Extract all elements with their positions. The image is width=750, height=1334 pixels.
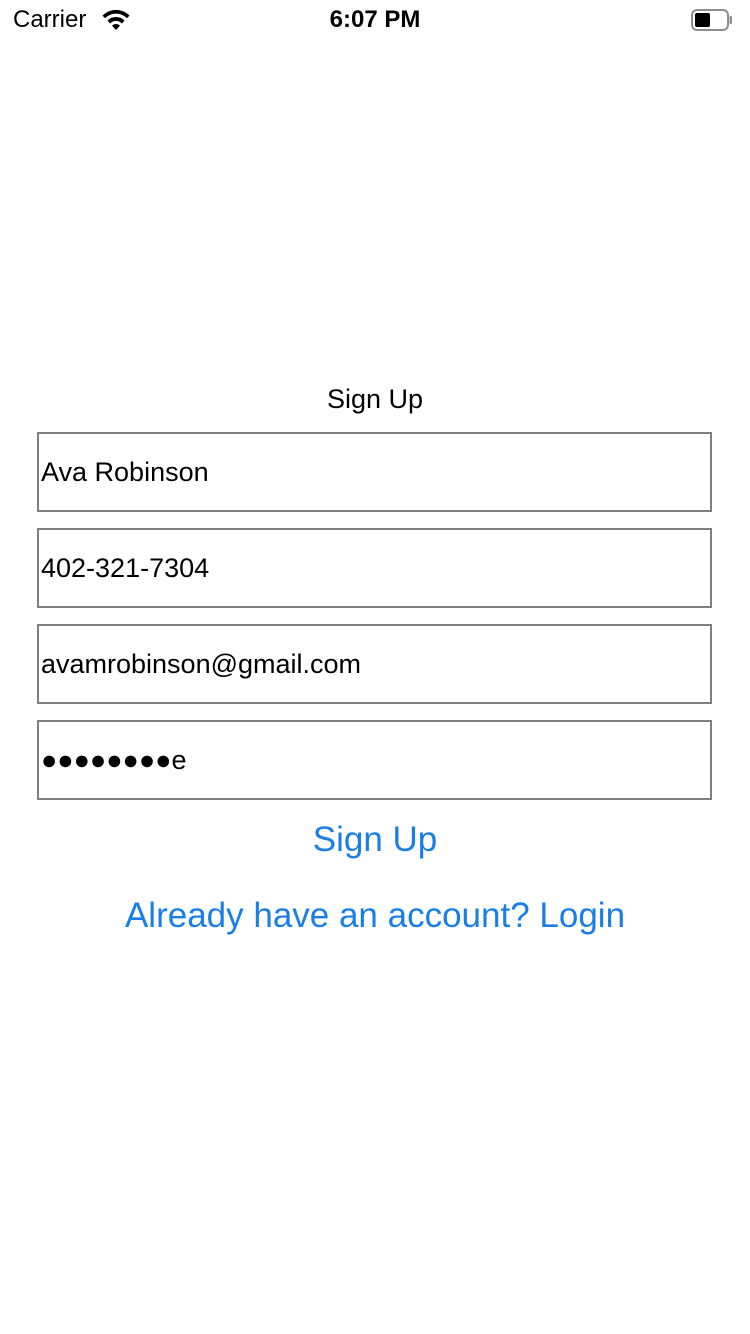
battery-icon xyxy=(691,9,732,31)
form-title: Sign Up xyxy=(326,384,424,414)
phone-field[interactable]: 402-321-7304 xyxy=(37,528,712,608)
login-link[interactable]: Already have an account? Login xyxy=(0,894,750,938)
name-field[interactable]: Ava Robinson xyxy=(37,432,712,512)
password-field-value: ●●●●●●●●e xyxy=(41,745,187,775)
email-field-value: avamrobinson@gmail.com xyxy=(41,649,362,679)
name-field-value: Ava Robinson xyxy=(41,457,209,487)
password-field[interactable]: ●●●●●●●●e xyxy=(37,720,712,800)
phone-field-value: 402-321-7304 xyxy=(41,553,210,583)
status-time: 6:07 PM xyxy=(329,6,421,33)
signup-button[interactable]: Sign Up xyxy=(0,818,750,862)
email-field[interactable]: avamrobinson@gmail.com xyxy=(37,624,712,704)
status-bar: Carrier 6:07 PM xyxy=(0,0,750,40)
